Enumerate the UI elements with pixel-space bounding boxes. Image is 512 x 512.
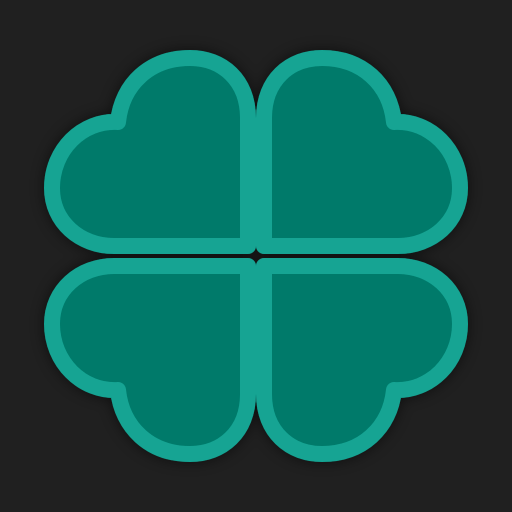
background xyxy=(0,0,512,512)
four-leaf-clover-icon xyxy=(0,0,512,512)
